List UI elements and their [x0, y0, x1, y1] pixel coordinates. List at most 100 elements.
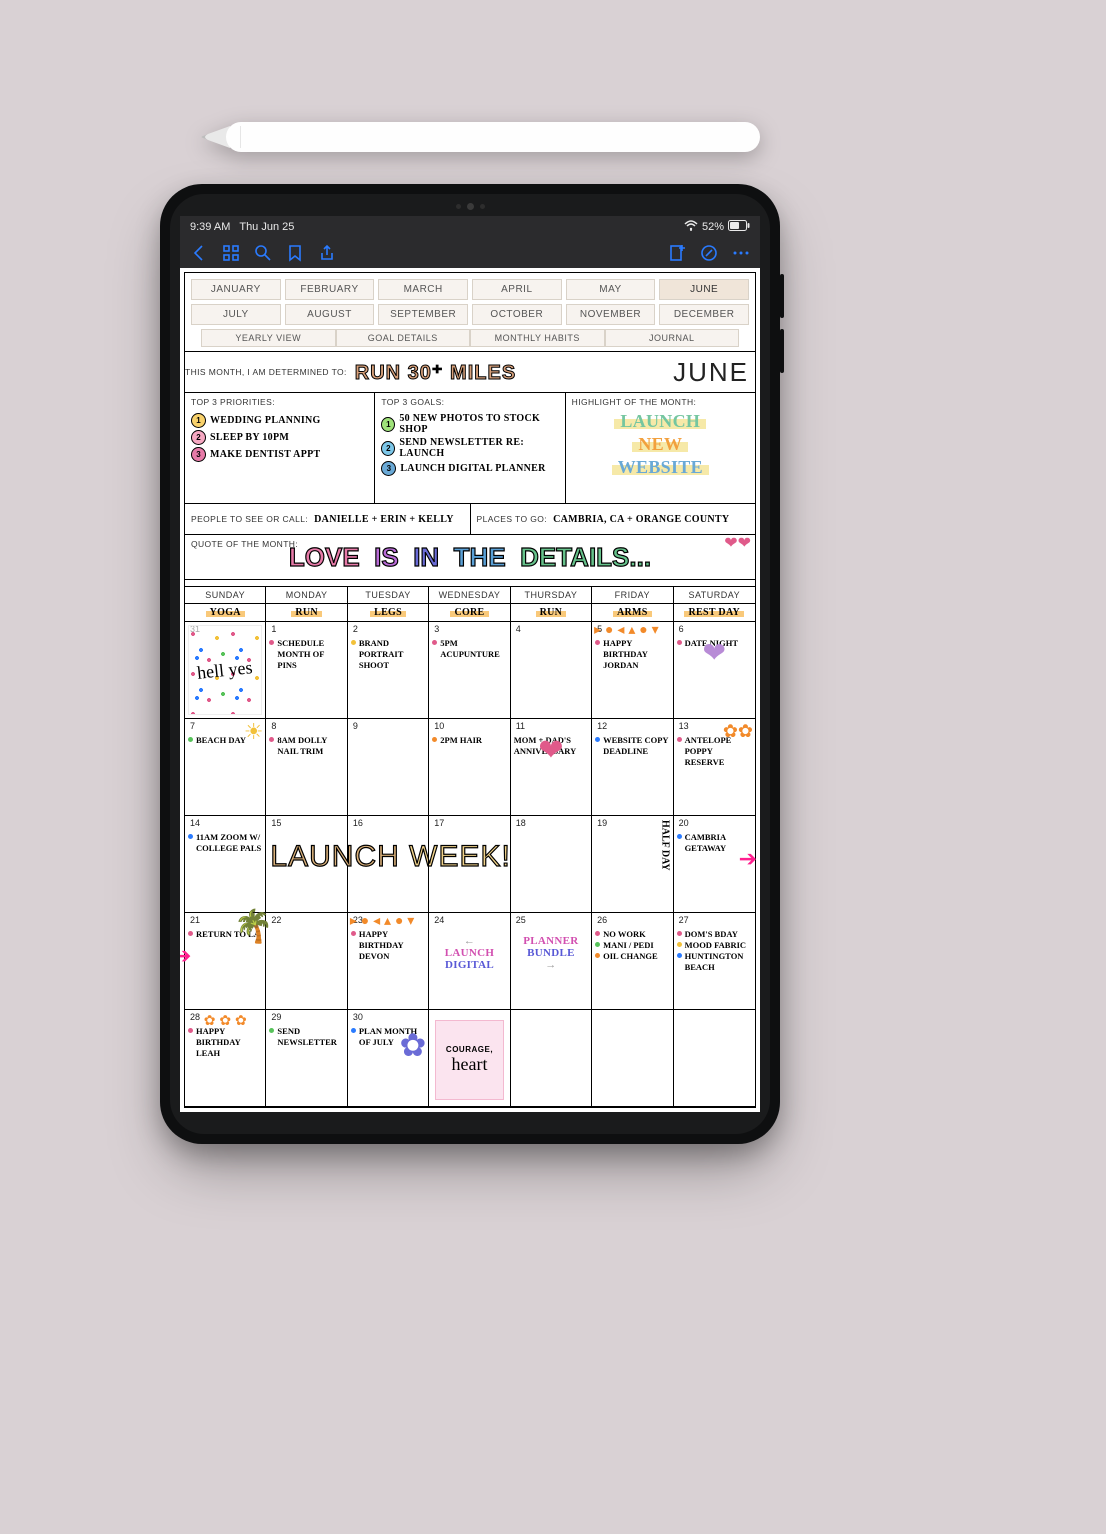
calendar-cell[interactable]: 1SCHEDULE MONTH OF PINS [266, 622, 347, 719]
calendar-cell[interactable]: 22 [266, 913, 347, 1010]
calendar-cell[interactable]: 88AM DOLLY NAIL TRIM [266, 719, 347, 816]
month-tab-july[interactable]: JULY [191, 304, 281, 325]
priority-2: SLEEP BY 10PM [210, 432, 289, 443]
event-text: NO WORK [603, 929, 646, 940]
calendar-cell[interactable]: 20CAMBRIA GETAWAY➔ [674, 816, 755, 913]
calendar-cell[interactable] [511, 1010, 592, 1107]
highlight-2: NEW [632, 434, 688, 454]
launch-bundle-text: ← LAUNCHDIGITAL [432, 935, 506, 971]
calendar-cell[interactable]: 19HALF DAY [592, 816, 673, 913]
calendar-cell[interactable]: 35PM ACUPUNTURE [429, 622, 510, 719]
search-icon[interactable] [254, 244, 272, 262]
priority-3: MAKE DENTIST APPT [210, 449, 321, 460]
event-text: DOM'S BDAY [685, 929, 738, 940]
calendar-cell[interactable]: 27DOM'S BDAYMOOD FABRICHUNTINGTON BEACH [674, 913, 755, 1010]
status-bar: 9:39 AM Thu Jun 25 52% [180, 216, 760, 238]
calendar-cell[interactable]: 11❤︎MOM + DAD'S ANNIVERSARY [511, 719, 592, 816]
month-tab-december[interactable]: DECEMBER [659, 304, 749, 325]
event-text: MOM + DAD'S ANNIVERSARY [514, 735, 588, 757]
event-text: HAPPY BIRTHDAY DEVON [359, 929, 425, 962]
calendar-cell[interactable]: 28✿ ✿ ✿HAPPY BIRTHDAY LEAH [185, 1010, 266, 1107]
people-label: PEOPLE TO SEE OR CALL: [191, 514, 308, 524]
day-header: TUESDAY [348, 587, 429, 603]
month-tab-september[interactable]: SEPTEMBER [378, 304, 468, 325]
calendar-cell[interactable]: 23▸ ● ◂ ▴ ● ▾HAPPY BIRTHDAY DEVON [348, 913, 429, 1010]
calendar-cell[interactable]: 15LAUNCH WEEK! [266, 816, 347, 913]
app-toolbar [180, 238, 760, 268]
event-text: RETURN TO LA [196, 929, 260, 940]
calendar-cell[interactable]: 102PM HAIR [429, 719, 510, 816]
month-tab-january[interactable]: JANUARY [191, 279, 281, 300]
calendar-cell[interactable]: 31hell yes [185, 622, 266, 719]
event-text: MANI / PEDI [603, 940, 654, 951]
calendar-cell[interactable]: 25PLANNERBUNDLE → [511, 913, 592, 1010]
day-activity: ARMS [592, 604, 673, 621]
calendar-cell[interactable]: 4 [511, 622, 592, 719]
month-tab-november[interactable]: NOVEMBER [566, 304, 656, 325]
calendar-cell[interactable]: 13✿✿ANTELOPE POPPY RESERVE [674, 719, 755, 816]
arrow-icon: ➔ [180, 943, 191, 969]
highlight-3: WEBSITE [612, 457, 709, 477]
day-header: SATURDAY [674, 587, 755, 603]
grid-icon[interactable] [222, 244, 240, 262]
calendar-cell[interactable] [592, 1010, 673, 1107]
calendar-cell[interactable]: 16 [348, 816, 429, 913]
event-text: SEND NEWSLETTER [277, 1026, 343, 1048]
quote-label: QUOTE OF THE MONTH: [191, 539, 298, 549]
places-value: CAMBRIA, CA + ORANGE COUNTY [553, 514, 729, 525]
sticker-courage: COURAGE,heart [435, 1020, 503, 1100]
day-activity: RUN [266, 604, 347, 621]
view-tab[interactable]: MONTHLY HABITS [470, 329, 605, 347]
calendar-cell[interactable]: 6❤︎DATE NIGHT [674, 622, 755, 719]
calendar-cell[interactable]: 26NO WORKMANI / PEDIOIL CHANGE [592, 913, 673, 1010]
day-header: THURSDAY [511, 587, 592, 603]
calendar-cell[interactable]: 29SEND NEWSLETTER [266, 1010, 347, 1107]
determined-label: THIS MONTH, I AM DETERMINED TO: [185, 367, 347, 377]
calendar-cell[interactable]: 1411AM ZOOM W/ COLLEGE PALS [185, 816, 266, 913]
calendar-cell[interactable]: 18 [511, 816, 592, 913]
calendar-cell[interactable]: COURAGE,heart [429, 1010, 510, 1107]
calendar-cell[interactable]: 30✿PLAN MONTH OF JULY [348, 1010, 429, 1107]
new-page-icon[interactable] [668, 244, 686, 262]
day-headers: SUNDAYMONDAYTUESDAYWEDNESDAYTHURSDAYFRID… [185, 587, 755, 603]
view-tab[interactable]: GOAL DETAILS [336, 329, 471, 347]
calendar-cell[interactable]: 5▸ ● ◂ ▴ ● ▾HAPPY BIRTHDAY JORDAN [592, 622, 673, 719]
event-text: 8AM DOLLY NAIL TRIM [277, 735, 343, 757]
calendar-cell[interactable]: 2BRAND PORTRAIT SHOOT [348, 622, 429, 719]
determined-value: RUN 30⁺ MILES [355, 360, 516, 385]
event-text: HAPPY BIRTHDAY LEAH [196, 1026, 262, 1059]
calendar-cell[interactable] [674, 1010, 755, 1107]
event-text: PLAN MONTH OF JULY [359, 1026, 425, 1048]
bookmark-icon[interactable] [286, 244, 304, 262]
calendar-cell[interactable]: 9 [348, 719, 429, 816]
month-tab-may[interactable]: MAY [566, 279, 656, 300]
goal-1: 50 NEW PHOTOS TO STOCK SHOP [399, 413, 558, 435]
highlight-label: HIGHLIGHT OF THE MONTH: [572, 397, 749, 407]
view-tabs: YEARLY VIEWGOAL DETAILSMONTHLY HABITSJOU… [185, 325, 755, 347]
event-text: MOOD FABRIC [685, 940, 746, 951]
month-tab-october[interactable]: OCTOBER [472, 304, 562, 325]
calendar-cell[interactable]: 7☀︎BEACH DAY [185, 719, 266, 816]
event-text: ANTELOPE POPPY RESERVE [685, 735, 752, 768]
highlight-1: LAUNCH [614, 411, 706, 431]
planner-page[interactable]: JANUARYFEBRUARYMARCHAPRILMAYJUNE JULYAUGU… [180, 268, 760, 1112]
more-icon[interactable] [732, 244, 750, 262]
calendar-cell[interactable]: 17 [429, 816, 510, 913]
back-icon[interactable] [190, 244, 208, 262]
places-label: PLACES TO GO: [477, 514, 548, 524]
month-tab-august[interactable]: AUGUST [285, 304, 375, 325]
month-tab-april[interactable]: APRIL [472, 279, 562, 300]
calendar-cell[interactable]: 12WEBSITE COPY DEADLINE [592, 719, 673, 816]
month-tab-march[interactable]: MARCH [378, 279, 468, 300]
view-tab[interactable]: YEARLY VIEW [201, 329, 336, 347]
edit-icon[interactable] [700, 244, 718, 262]
month-tabs: JANUARYFEBRUARYMARCHAPRILMAYJUNE JULYAUGU… [185, 273, 755, 325]
calendar-cell[interactable]: 24← LAUNCHDIGITAL [429, 913, 510, 1010]
month-tab-june[interactable]: JUNE [659, 279, 749, 300]
month-tab-february[interactable]: FEBRUARY [285, 279, 375, 300]
view-tab[interactable]: JOURNAL [605, 329, 740, 347]
share-icon[interactable] [318, 244, 336, 262]
day-activity: YOGA [185, 604, 266, 621]
calendar-cell[interactable]: 21🌴RETURN TO LA➔ [185, 913, 266, 1010]
event-text: BRAND PORTRAIT SHOOT [359, 638, 425, 671]
